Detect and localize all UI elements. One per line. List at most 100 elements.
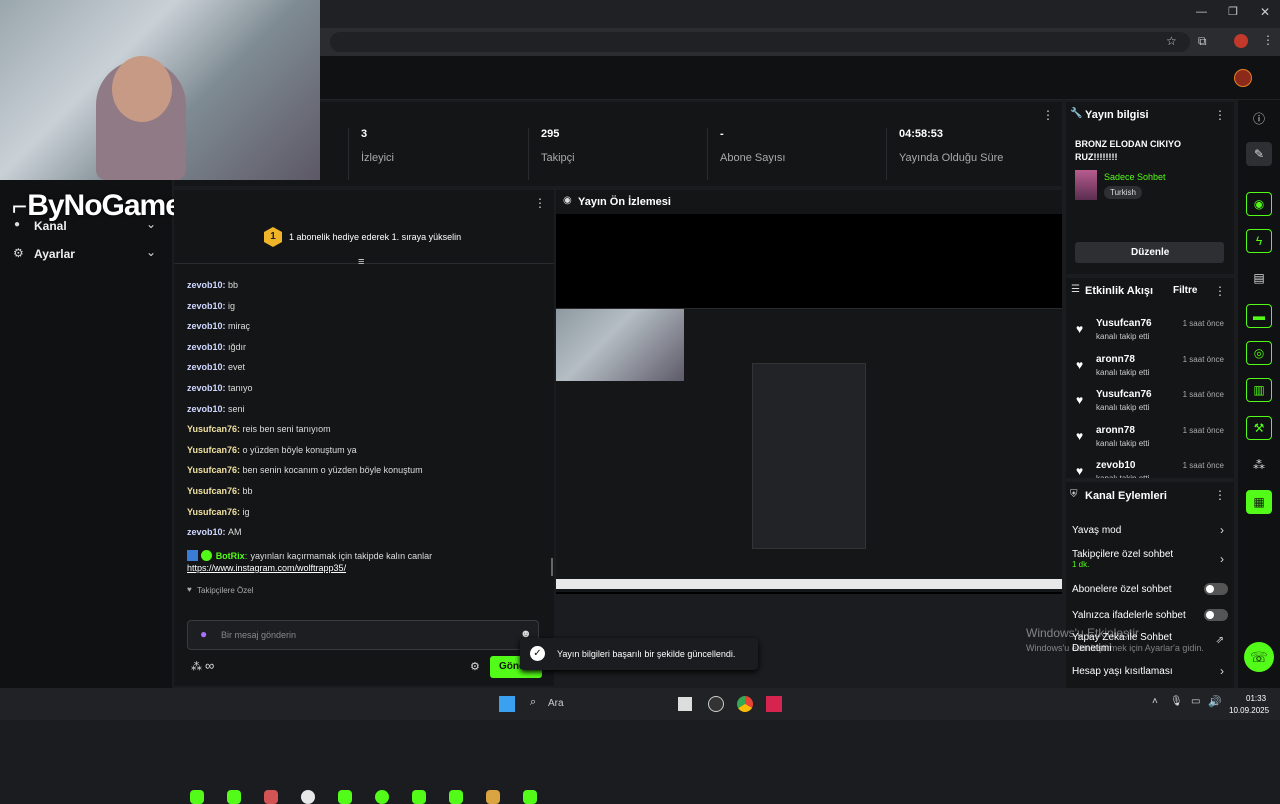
stats-menu-icon[interactable]: ⋮ (1042, 108, 1054, 122)
camera-icon[interactable]: ◉ (1246, 192, 1272, 216)
filter-button[interactable]: Filtre (1173, 285, 1197, 296)
volume-icon[interactable]: 🔊 (1208, 695, 1222, 708)
stat-label: Takipçi (541, 152, 575, 164)
emote-9[interactable] (486, 790, 500, 804)
actions-menu-icon[interactable]: ⋮ (1214, 488, 1226, 502)
event-user[interactable]: zevob10 (1096, 460, 1135, 471)
event-time: 1 saat önce (1182, 425, 1224, 435)
network-icon[interactable]: ▭ (1191, 696, 1200, 707)
emote-6[interactable] (375, 790, 389, 804)
tray-chevron-icon[interactable]: ˄ (1152, 696, 1158, 707)
emote-1[interactable] (190, 790, 204, 804)
broadcast-icon[interactable]: ◎ (1246, 341, 1272, 365)
chat-bubble-icon[interactable]: ▬ (1246, 304, 1272, 328)
event-feed-panel: ☰ Etkinlik Akışı Filtre ⋮ ♥ Yusufcan76 kan… (1066, 278, 1234, 478)
toast-text: Yayın bilgileri başarılı bir şekilde gün… (557, 649, 736, 659)
pencil-icon[interactable]: ✎ (1246, 142, 1272, 166)
microphone-icon[interactable]: ● (200, 627, 207, 641)
message-input[interactable]: ● Bir mesaj gönderin ☻ (187, 620, 539, 650)
profile-avatar[interactable] (1234, 34, 1248, 48)
taskbar-search-icon[interactable]: ⌕ (530, 696, 536, 709)
chat-username[interactable]: zevob10 (187, 321, 223, 331)
bot-link[interactable]: https://www.instagram.com/wolftrapp35/ (187, 563, 346, 573)
camera-icon: ◉ (563, 195, 572, 206)
chat-username[interactable]: zevob10 (187, 404, 223, 414)
stream-preview[interactable] (556, 214, 1062, 594)
close-icon[interactable]: ✕ (1260, 5, 1270, 19)
event-user[interactable]: aronn78 (1096, 354, 1135, 365)
taskbar-search-label[interactable]: Ara (548, 698, 564, 709)
bookmark-star-icon[interactable]: ☆ (1166, 34, 1177, 48)
emote-5[interactable] (338, 790, 352, 804)
pinned-toggle-icon[interactable]: ≡ (358, 256, 364, 268)
chat-tools-icon[interactable]: ⁂ (191, 660, 202, 673)
sidebar-item-ayarlar[interactable]: ⚙ Ayarlar ⌄ (0, 244, 172, 264)
support-chat-icon[interactable]: ☏ (1244, 642, 1274, 672)
emotes-only-toggle[interactable] (1204, 609, 1228, 621)
taskbar-app-red-icon[interactable] (766, 696, 782, 712)
extensions-icon[interactable]: ⧉ (1198, 34, 1207, 49)
subscribers-only-row[interactable]: Abonelere özel sohbet (1066, 581, 1234, 599)
event-user[interactable]: aronn78 (1096, 425, 1135, 436)
layout-icon[interactable]: ▥ (1246, 378, 1272, 402)
emote-4[interactable] (301, 790, 315, 804)
browser-menu-icon[interactable]: ⋮ (1262, 33, 1274, 47)
chat-username[interactable]: Yusufcan76 (187, 424, 237, 434)
address-bar[interactable]: ☆ (330, 32, 1190, 52)
taskbar-app-icon[interactable] (678, 697, 692, 711)
stream-info-menu-icon[interactable]: ⋮ (1214, 108, 1226, 122)
slow-mode-row[interactable]: Yavaş mod › (1066, 522, 1234, 540)
event-user[interactable]: Yusufcan76 (1096, 318, 1152, 329)
chat-message: Yusufcan76: reis ben seni tanıyıom (187, 424, 331, 434)
category-name[interactable]: Sadece Sohbet (1104, 172, 1166, 182)
user-avatar[interactable] (1234, 69, 1252, 87)
wrench-icon[interactable]: ⚒ (1246, 416, 1272, 440)
minimize-icon[interactable]: — (1196, 6, 1207, 18)
chat-username[interactable]: zevob10 (187, 383, 223, 393)
event-user[interactable]: Yusufcan76 (1096, 389, 1152, 400)
taskbar-obs-icon[interactable] (708, 696, 724, 712)
lightning-icon[interactable]: ϟ (1246, 229, 1272, 253)
taskbar-chrome-icon[interactable] (737, 696, 753, 712)
events-menu-icon[interactable]: ⋮ (1214, 284, 1226, 298)
chat-settings-icon[interactable]: ⚙ (470, 660, 480, 673)
emote-8[interactable] (449, 790, 463, 804)
chat-username[interactable]: zevob10 (187, 280, 223, 290)
chat-message: Yusufcan76: o yüzden böyle konuştum ya (187, 445, 357, 455)
clock-date[interactable]: 10.09.2025 (1229, 706, 1269, 715)
chat-scrollbar[interactable] (551, 558, 553, 576)
microphone-icon[interactable]: 🎙 (1170, 696, 1183, 707)
chat-username[interactable]: zevob10 (187, 527, 223, 537)
followers-only-row[interactable]: Takipçilere özel sohbet 1 dk. › (1066, 548, 1234, 574)
windows-taskbar: ⌕ Ara ˄ 🎙 ▭ 🔊 01:33 10.09.2025 (0, 688, 1280, 720)
chat-text: tanıyo (228, 383, 253, 393)
edit-button[interactable]: Düzenle (1075, 242, 1224, 263)
document-icon[interactable]: ▤ (1246, 266, 1272, 290)
emotes-only-row[interactable]: Yalnızca ifadelerle sohbet (1066, 607, 1234, 625)
clock-time[interactable]: 01:33 (1246, 694, 1266, 703)
windows-start-icon[interactable] (499, 696, 515, 712)
apps-icon[interactable]: ⁂ (1246, 453, 1272, 477)
film-icon[interactable]: ▦ (1246, 490, 1272, 514)
chat-username[interactable]: zevob10 (187, 362, 223, 372)
info-icon[interactable]: ⓘ (1246, 106, 1272, 130)
emote-7[interactable] (412, 790, 426, 804)
emote-3[interactable] (264, 790, 278, 804)
chat-text: reis ben seni tanıyıom (242, 424, 331, 435)
chat-message: zevob10: ig (187, 301, 235, 311)
chat-username[interactable]: zevob10 (187, 342, 223, 352)
chat-username[interactable]: Yusufcan76 (187, 507, 237, 517)
subscribers-only-toggle[interactable] (1204, 583, 1228, 595)
bot-username[interactable]: BotRix (216, 551, 245, 561)
chat-username[interactable]: Yusufcan76 (187, 465, 237, 475)
language-badge: Turkish (1104, 186, 1142, 199)
chat-message: zevob10: bb (187, 280, 238, 290)
chat-username[interactable]: zevob10 (187, 301, 223, 311)
emote-2[interactable] (227, 790, 241, 804)
chat-username[interactable]: Yusufcan76 (187, 445, 237, 455)
chat-username[interactable]: Yusufcan76 (187, 486, 237, 496)
chat-menu-icon[interactable]: ⋮ (534, 196, 546, 210)
maximize-icon[interactable]: ❐ (1228, 5, 1238, 18)
account-age-row[interactable]: Hesap yaşı kısıtlaması › (1066, 663, 1234, 681)
emote-10[interactable] (523, 790, 537, 804)
